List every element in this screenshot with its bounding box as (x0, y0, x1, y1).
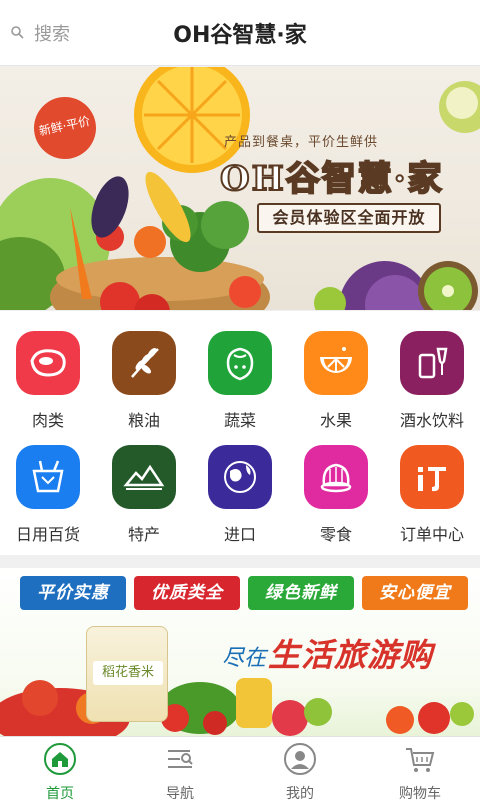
cart-icon (404, 743, 436, 775)
category-order-center[interactable]: 订单中心 (384, 425, 480, 545)
orange-slice-icon (304, 331, 368, 395)
globe-icon (208, 445, 272, 509)
promo-slogan: 生活旅游购 (268, 636, 434, 674)
home-icon (44, 743, 76, 775)
promo-banner[interactable]: 平价实惠 优质类全 绿色新鲜 安心便宜 稻花香米 尽在 生活旅游购 (0, 568, 480, 736)
category-daily-goods[interactable]: 日用百货 (0, 425, 96, 545)
hero-banner[interactable]: 新鲜·平价 产品到餐桌，平价生鲜供 OH谷智慧·家 会员体验区全面开放 (0, 67, 480, 310)
tab-label: 首页 (46, 786, 74, 800)
category-specialty[interactable]: 特产 (96, 425, 192, 545)
meat-icon (16, 331, 80, 395)
app-screen: 搜索 OH谷智慧·家 新鲜·平价 产品到餐桌，平价生鲜供 OH谷智慧·家 会员体… (0, 0, 480, 800)
tab-label: 购物车 (399, 786, 441, 800)
promo-chip: 平价实惠 (20, 576, 126, 610)
rice-bag-image: 稻花香米 (86, 626, 168, 722)
bottom-tab-bar: 首页 导航 我的 购物车 (0, 736, 480, 800)
grain-icon (112, 331, 176, 395)
banner-brand: OH谷智慧·家 (219, 158, 444, 200)
category-label: 日用百货 (15, 525, 80, 544)
mountain-icon (112, 445, 176, 509)
promo-slogan-prefix: 尽在 (222, 646, 267, 671)
page-title: OH谷智慧·家 (173, 23, 307, 48)
navigation-list-icon (164, 743, 196, 775)
promo-chips: 平价实惠 优质类全 绿色新鲜 安心便宜 (20, 576, 468, 610)
category-drinks[interactable]: 酒水饮料 (384, 311, 480, 431)
category-label: 进口 (223, 525, 256, 544)
category-grid: 肉类 粮油 蔬菜 水果 酒水饮料 日用百货 特产 进口 零食 订单中心 (0, 311, 480, 555)
tab-profile[interactable]: 我的 (240, 737, 360, 800)
banner-subtitle: 会员体验区全面开放 (257, 203, 441, 233)
top-bar: 搜索 OH谷智慧·家 (0, 0, 480, 66)
vegetable-icon (208, 331, 272, 395)
category-label: 零食 (319, 525, 352, 544)
tab-navigation[interactable]: 导航 (120, 737, 240, 800)
tab-label: 我的 (286, 786, 314, 800)
promo-chip: 安心便宜 (362, 576, 468, 610)
banner-tagline: 产品到餐桌，平价生鲜供 (224, 135, 379, 150)
category-snacks[interactable]: 零食 (288, 425, 384, 545)
rice-label: 稻花香米 (93, 661, 163, 685)
category-label: 订单中心 (399, 525, 464, 544)
category-meat[interactable]: 肉类 (0, 311, 96, 431)
category-grain-oil[interactable]: 粮油 (96, 311, 192, 431)
user-icon (284, 743, 316, 775)
category-label: 特产 (127, 525, 160, 544)
category-vegetable[interactable]: 蔬菜 (192, 311, 288, 431)
tab-cart[interactable]: 购物车 (360, 737, 480, 800)
category-import[interactable]: 进口 (192, 425, 288, 545)
drink-icon (400, 331, 464, 395)
promo-chip: 绿色新鲜 (248, 576, 354, 610)
promo-chip: 优质类全 (134, 576, 240, 610)
tab-label: 导航 (166, 786, 194, 800)
tab-home[interactable]: 首页 (0, 737, 120, 800)
shopping-bag-icon (16, 445, 80, 509)
jelly-icon (304, 445, 368, 509)
category-fruit[interactable]: 水果 (288, 311, 384, 431)
order-icon (400, 445, 464, 509)
